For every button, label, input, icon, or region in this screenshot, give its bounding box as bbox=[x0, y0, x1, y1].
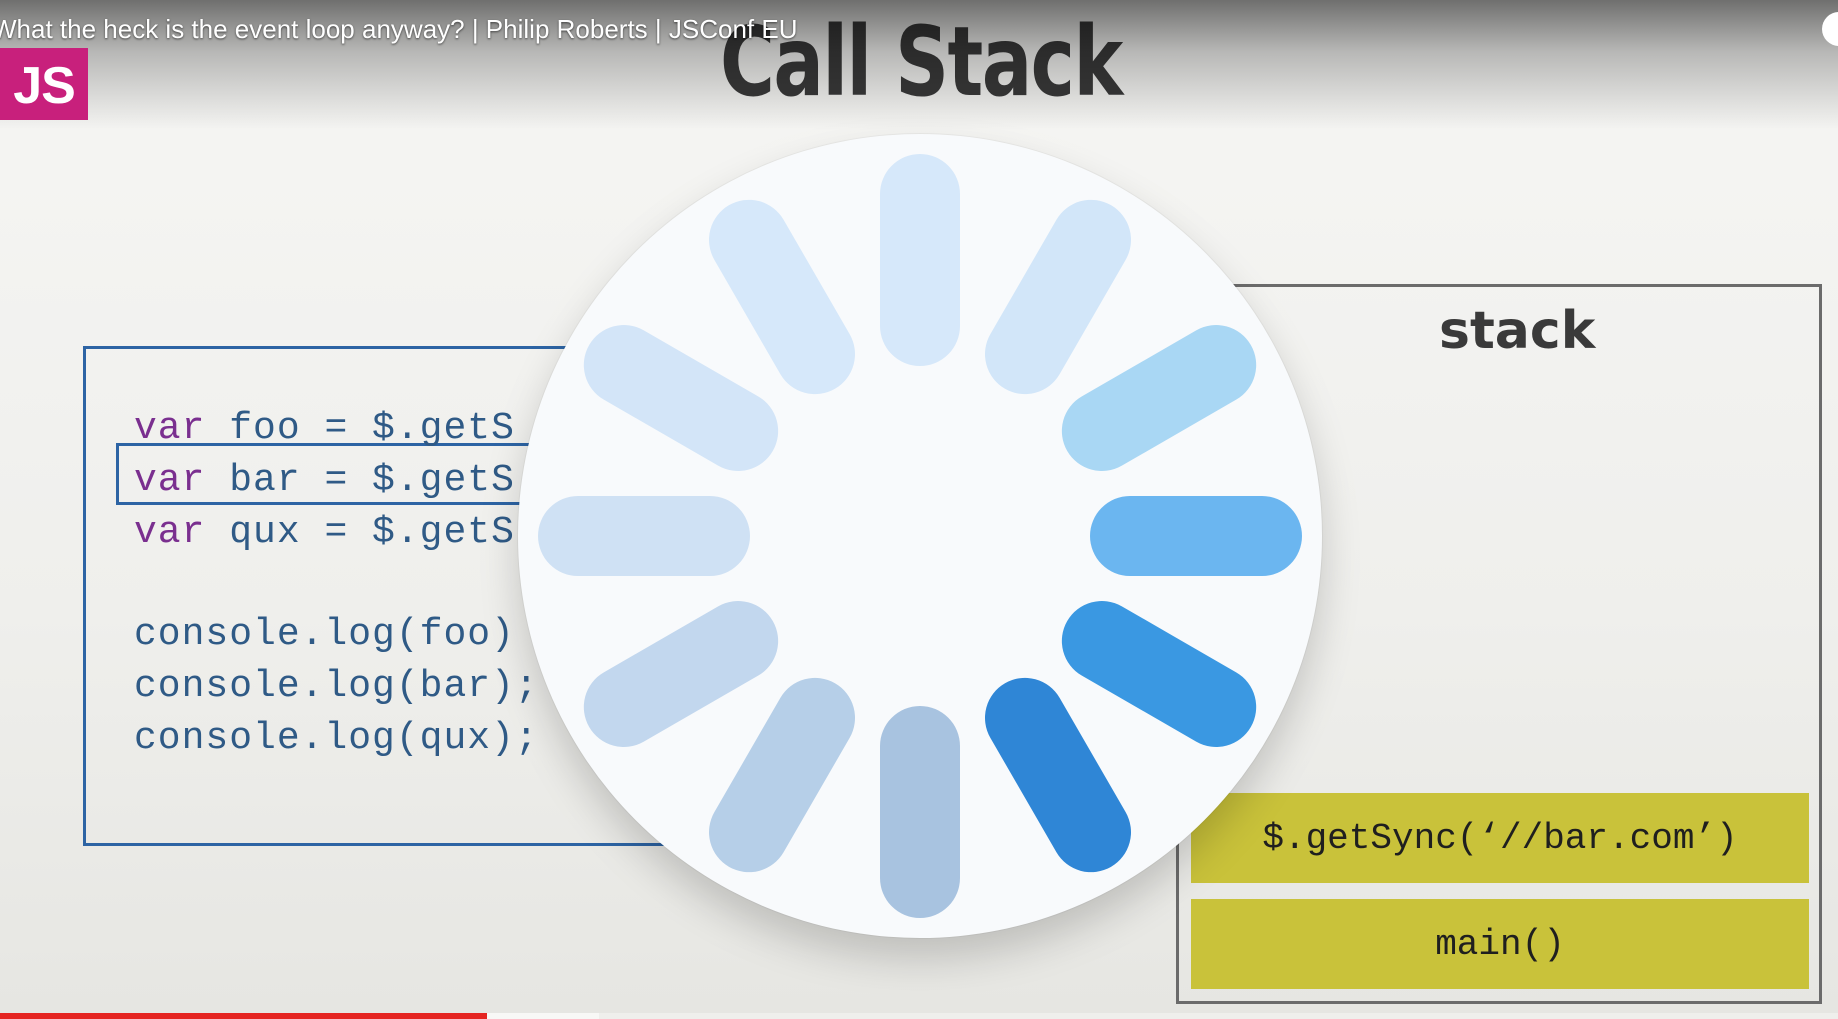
spinner-petal bbox=[1090, 496, 1302, 576]
loading-spinner-icon bbox=[538, 154, 1302, 918]
code-line: console.log(bar); bbox=[134, 665, 539, 708]
spinner-petal bbox=[880, 706, 960, 918]
spinner-petal bbox=[880, 154, 960, 366]
code-line: var foo = $.getS bbox=[134, 407, 515, 450]
channel-avatar[interactable]: JS bbox=[0, 48, 88, 120]
spinner-petal bbox=[538, 496, 750, 576]
video-title[interactable]: What the heck is the event loop anyway? … bbox=[0, 14, 797, 45]
code-line: console.log(qux); bbox=[134, 717, 539, 760]
progress-played bbox=[0, 1013, 488, 1019]
video-player[interactable]: Call Stack var foo = $.getS var bar = $.… bbox=[0, 0, 1838, 1019]
progress-bar[interactable] bbox=[0, 1013, 1838, 1019]
loading-spinner bbox=[518, 134, 1322, 938]
code-line: console.log(foo) bbox=[134, 613, 515, 656]
stack-heading: stack bbox=[1439, 301, 1596, 361]
code-line: var qux = $.getS bbox=[134, 511, 515, 554]
code-line: var bar = $.getS bbox=[134, 459, 515, 502]
